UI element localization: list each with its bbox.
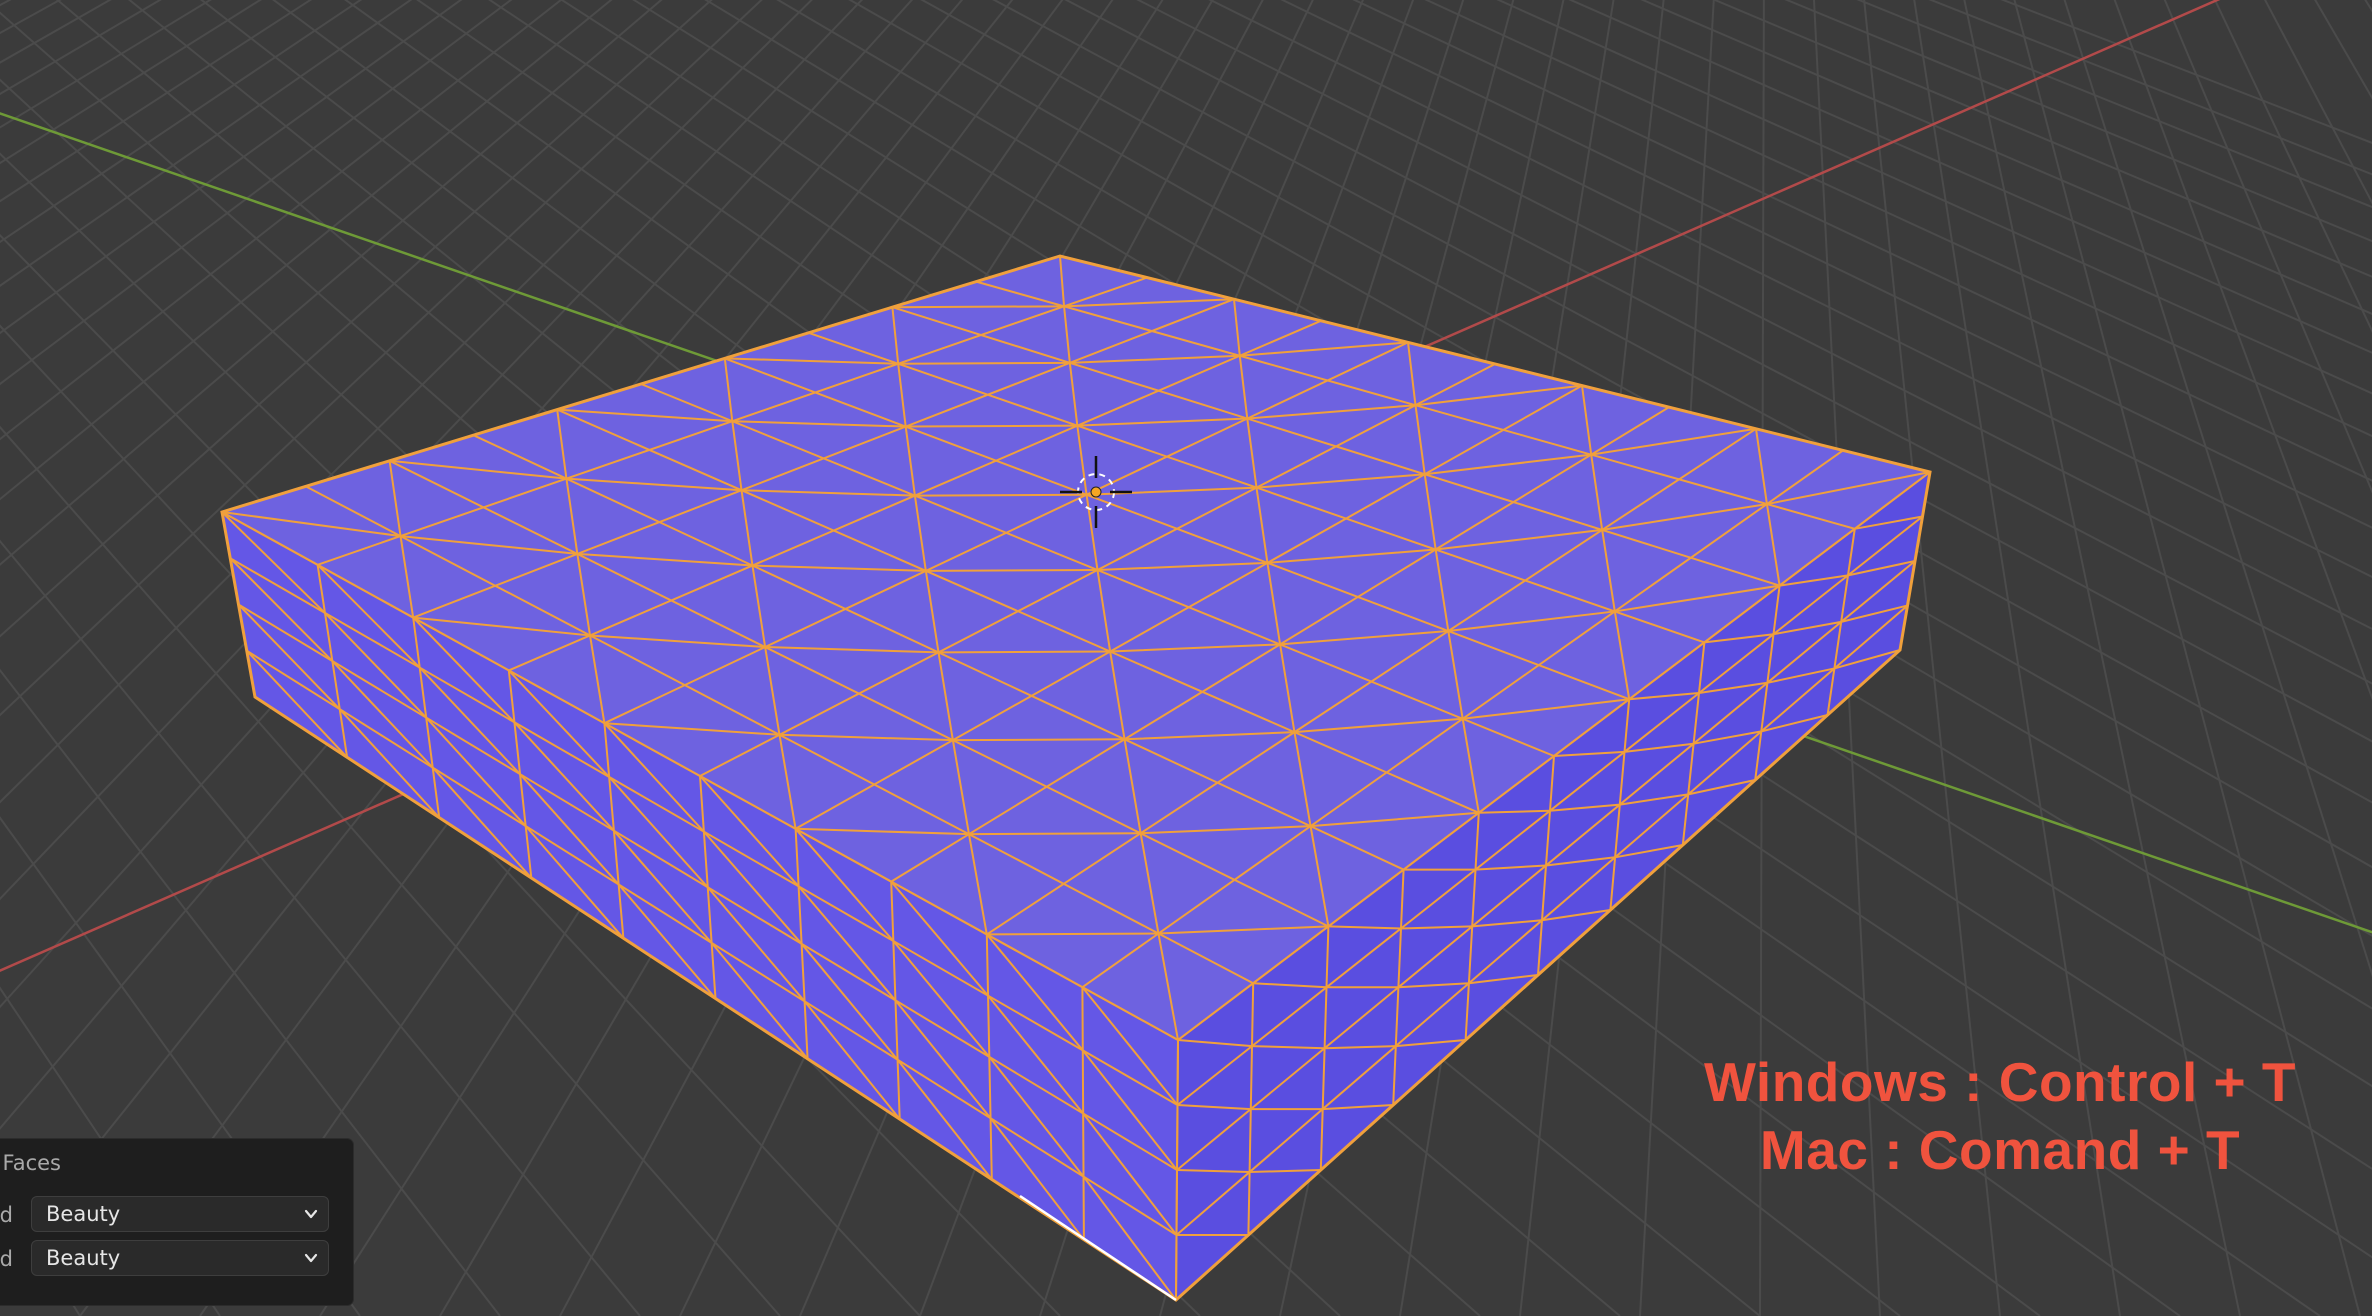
shortcut-mac: Mac : Comand + T	[1759, 1119, 2241, 1181]
3d-viewport[interactable]: Windows : Control + T Mac : Comand + T T…	[0, 0, 2372, 1316]
mesh-edge	[913, 493, 1088, 497]
shortcut-overlay: Windows : Control + T Mac : Comand + T	[1640, 1048, 2360, 1184]
operator-panel[interactable]: Triangulate Faces Quad Method Beauty N-g…	[0, 1138, 354, 1306]
mesh-edge	[937, 650, 1112, 654]
mesh-edge	[891, 305, 1066, 309]
mesh-edge	[967, 832, 1142, 836]
shortcut-windows: Windows : Control + T	[1703, 1051, 2297, 1113]
mesh-edge	[951, 738, 1126, 742]
grid-line	[0, 0, 162, 96]
ngon-method-label: N-gon Method	[0, 1247, 13, 1271]
ngon-method-row: N-gon Method Beauty	[0, 1240, 353, 1278]
grid-line	[0, 0, 112, 64]
mesh-edge	[985, 932, 1160, 936]
grid-line	[0, 0, 12, 7]
origin-dot	[1090, 486, 1102, 498]
mesh-edge	[924, 569, 1099, 572]
mesh-edge	[897, 361, 1071, 365]
quad-method-dropdown[interactable]: Beauty	[31, 1196, 329, 1232]
chevron-down-icon	[304, 1253, 318, 1263]
quad-method-row: Quad Method Beauty	[0, 1196, 353, 1234]
operator-panel-title[interactable]: Triangulate Faces	[0, 1151, 61, 1175]
mesh-top-face[interactable]	[222, 256, 1930, 1040]
grid-line	[0, 0, 212, 129]
quad-method-label: Quad Method	[0, 1203, 13, 1227]
ngon-method-dropdown[interactable]: Beauty	[31, 1240, 329, 1276]
quad-method-value: Beauty	[46, 1202, 121, 1226]
mesh-edge	[904, 424, 1079, 428]
ngon-method-value: Beauty	[46, 1246, 121, 1270]
chevron-down-icon	[304, 1209, 318, 1219]
